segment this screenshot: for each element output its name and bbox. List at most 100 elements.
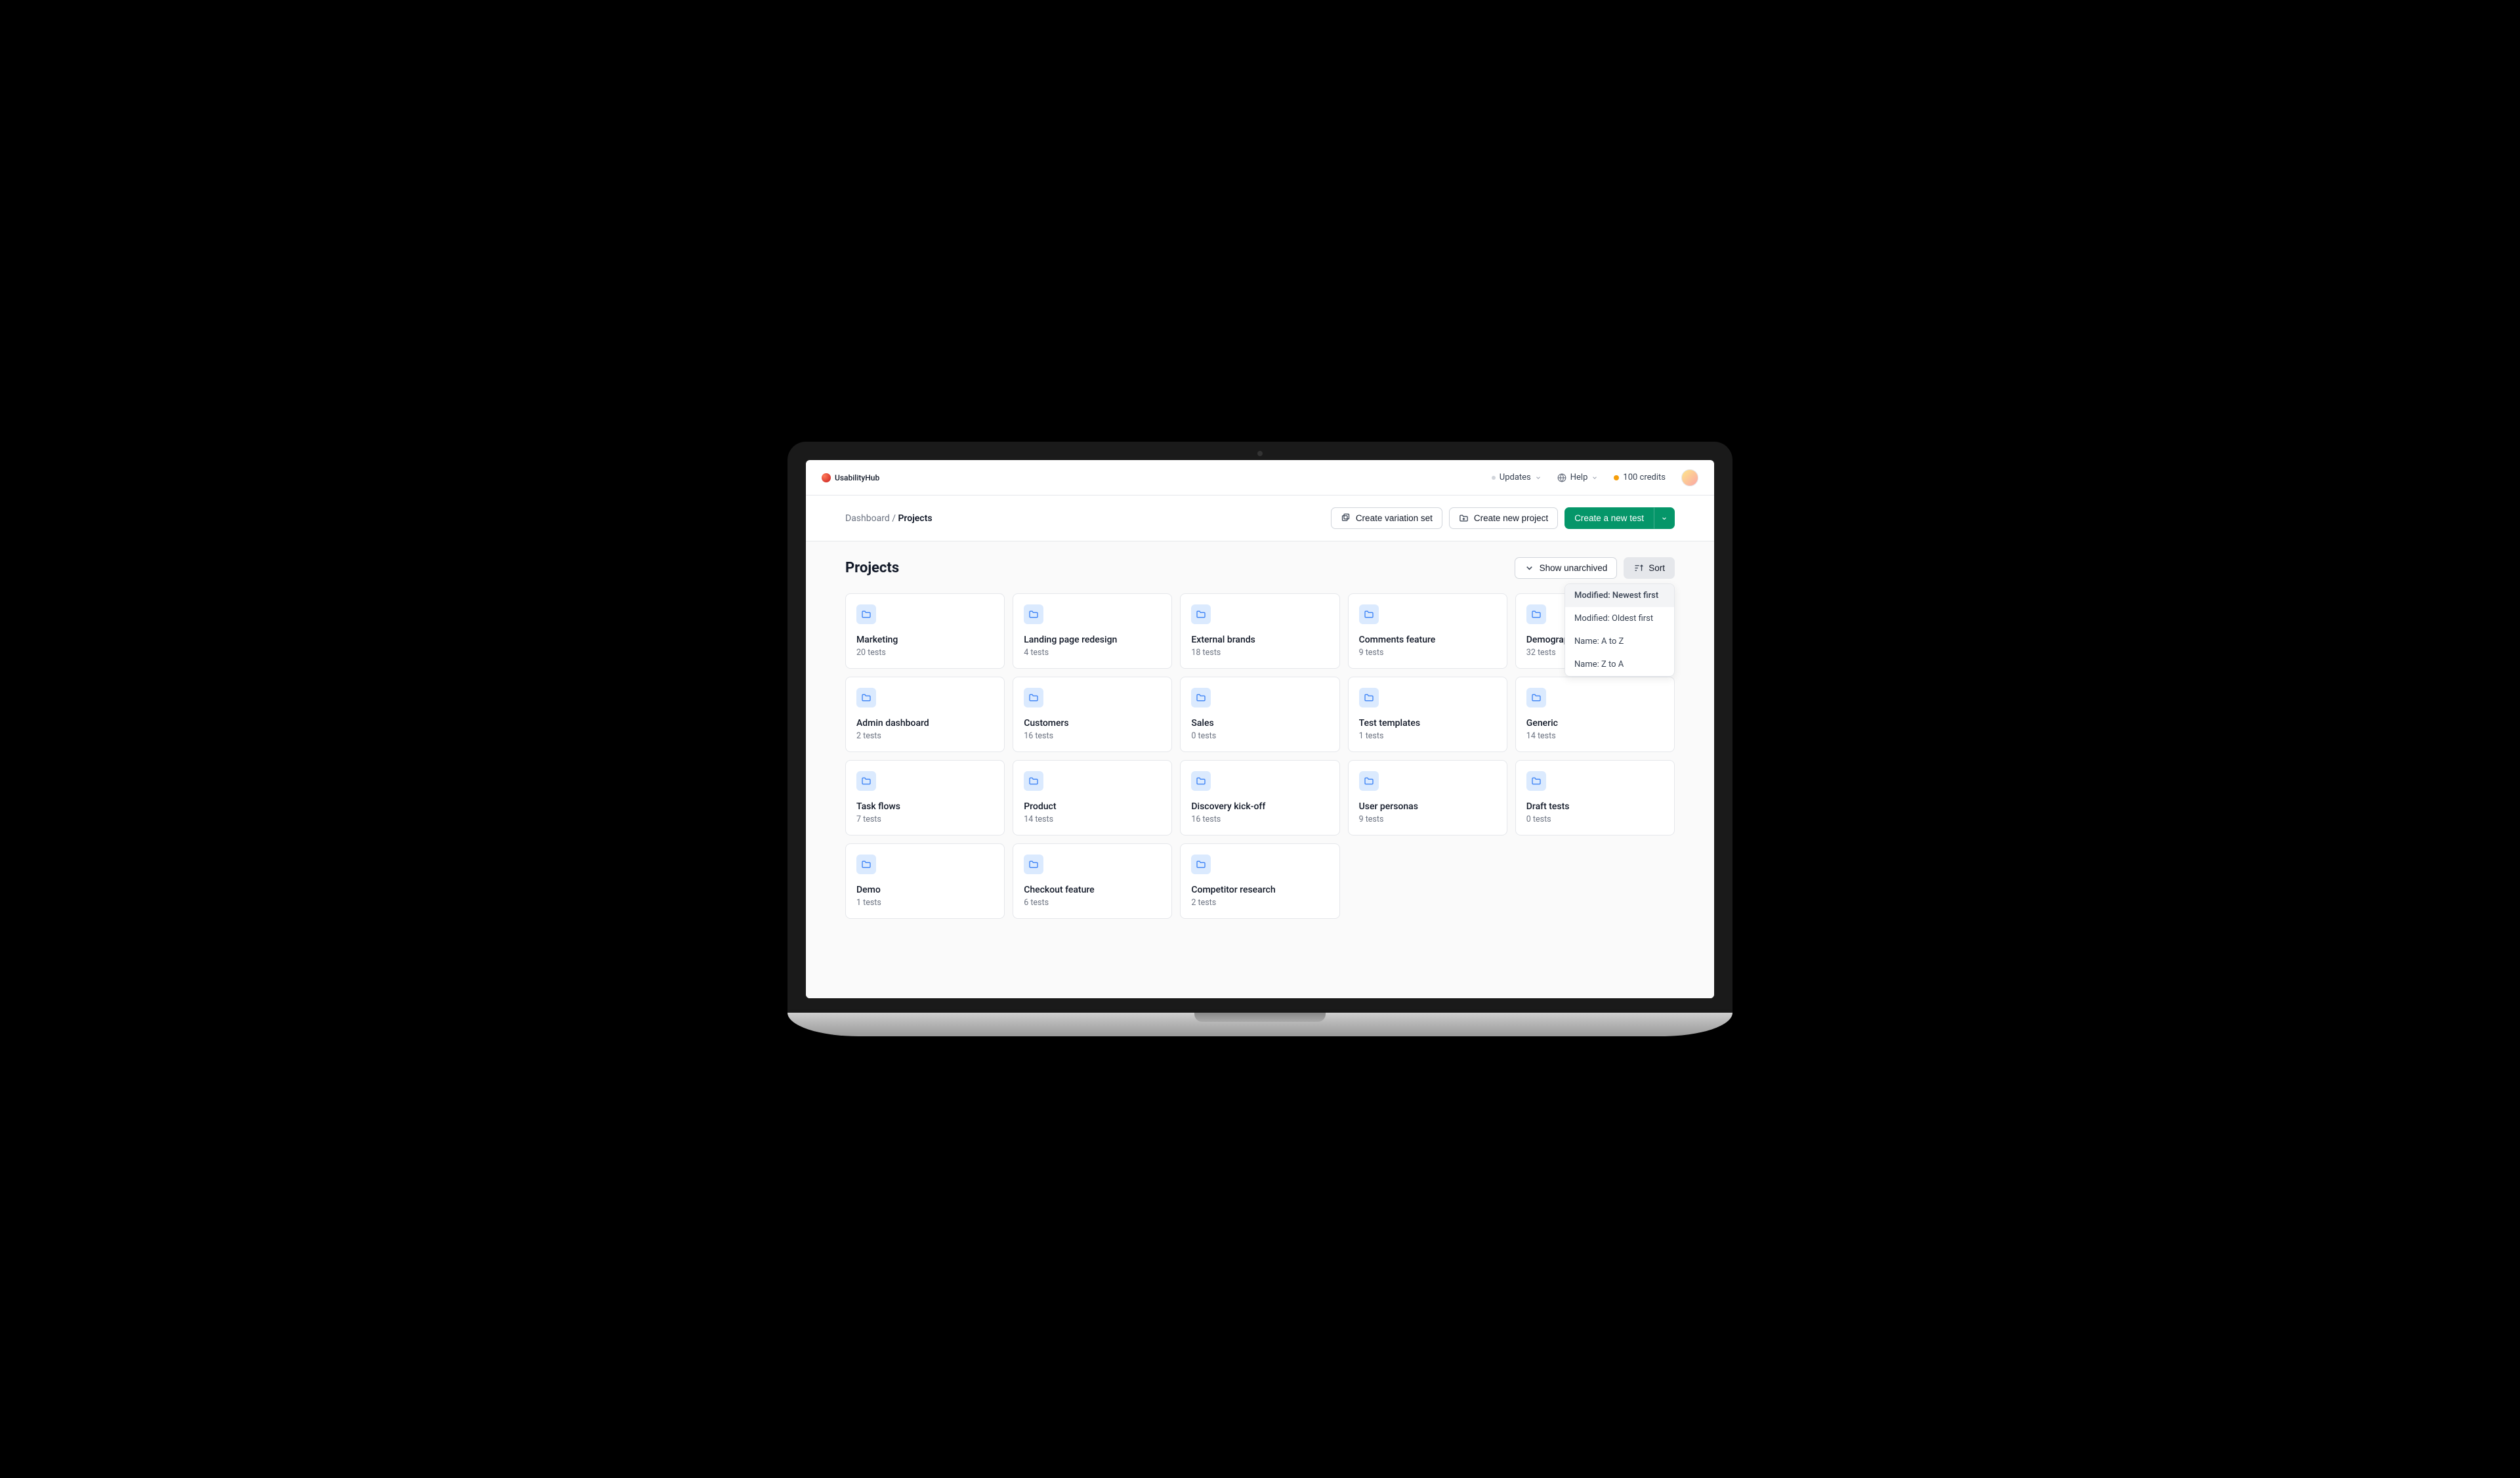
content-actions: Show unarchived Sort Modified: Newest fi… xyxy=(1515,557,1675,579)
sort-option[interactable]: Name: Z to A xyxy=(1565,653,1674,676)
page-title: Projects xyxy=(845,560,899,576)
folder-icon xyxy=(1526,771,1546,791)
credits-indicator[interactable]: 100 credits xyxy=(1614,473,1666,482)
chevron-down-icon xyxy=(1591,475,1598,481)
project-card-subtitle: 6 tests xyxy=(1024,898,1161,908)
project-card[interactable]: User personas9 tests xyxy=(1348,760,1507,835)
project-card[interactable]: Competitor research 2 tests xyxy=(1180,843,1339,919)
project-card-title: Sales xyxy=(1191,718,1328,728)
create-new-project-label: Create new project xyxy=(1474,513,1548,523)
project-card-subtitle: 14 tests xyxy=(1526,731,1664,741)
show-unarchived-label: Show unarchived xyxy=(1540,563,1608,573)
project-card-title: User personas xyxy=(1359,801,1496,812)
updates-menu[interactable]: Updates xyxy=(1492,473,1542,482)
folder-icon xyxy=(856,688,876,707)
sort-menu: Modified: Newest firstModified: Oldest f… xyxy=(1564,583,1675,677)
sort-option[interactable]: Modified: Newest first xyxy=(1565,584,1674,607)
project-card-subtitle: 9 tests xyxy=(1359,648,1496,658)
folder-icon xyxy=(1191,771,1211,791)
project-card-title: Competitor research xyxy=(1191,885,1328,895)
layers-icon xyxy=(1341,513,1351,523)
folder-icon xyxy=(1024,771,1043,791)
folder-icon xyxy=(1024,855,1043,874)
project-card[interactable]: Admin dashboard 2 tests xyxy=(845,677,1005,752)
sort-button[interactable]: Sort xyxy=(1624,557,1675,579)
project-card[interactable]: Demo1 tests xyxy=(845,843,1005,919)
folder-icon xyxy=(1359,604,1379,624)
create-new-test-label: Create a new test xyxy=(1574,513,1644,523)
project-card-subtitle: 1 tests xyxy=(1359,731,1496,741)
folder-plus-icon xyxy=(1459,513,1469,523)
project-card-title: External brands xyxy=(1191,635,1328,645)
brand-name: UsabilityHub xyxy=(835,473,879,482)
credits-label: 100 credits xyxy=(1623,473,1666,482)
project-card-subtitle: 0 tests xyxy=(1526,814,1664,824)
create-new-test-button[interactable]: Create a new test xyxy=(1564,507,1654,529)
project-card-title: Task flows xyxy=(856,801,994,812)
project-card-subtitle: 2 tests xyxy=(856,731,994,741)
help-menu[interactable]: Help xyxy=(1557,473,1599,482)
create-new-project-button[interactable]: Create new project xyxy=(1449,507,1558,529)
project-card[interactable]: Test templates 1 tests xyxy=(1348,677,1507,752)
breadcrumb-root[interactable]: Dashboard xyxy=(845,513,890,524)
topbar-right: Updates Help 100 credits xyxy=(1492,469,1698,486)
show-unarchived-button[interactable]: Show unarchived xyxy=(1515,557,1618,579)
project-card[interactable]: Sales 0 tests xyxy=(1180,677,1339,752)
credits-dot-icon xyxy=(1614,475,1619,480)
folder-icon xyxy=(1191,604,1211,624)
project-card[interactable]: Discovery kick-off16 tests xyxy=(1180,760,1339,835)
laptop-base xyxy=(788,1013,1732,1036)
project-card-subtitle: 18 tests xyxy=(1191,648,1328,658)
project-card-title: Marketing xyxy=(856,635,994,645)
project-card[interactable]: Product14 tests xyxy=(1013,760,1172,835)
laptop-bezel: UsabilityHub Updates Help xyxy=(788,442,1732,1013)
updates-label: Updates xyxy=(1500,473,1531,482)
project-card-subtitle: 16 tests xyxy=(1024,731,1161,741)
subbar: Dashboard / Projects Create variation se… xyxy=(806,496,1714,541)
project-card-title: Product xyxy=(1024,801,1161,812)
create-variation-set-label: Create variation set xyxy=(1356,513,1433,523)
sort-option[interactable]: Name: A to Z xyxy=(1565,630,1674,653)
status-dot-icon xyxy=(1492,476,1496,480)
sort-option[interactable]: Modified: Oldest first xyxy=(1565,607,1674,630)
project-card-subtitle: 1 tests xyxy=(856,898,994,908)
project-card[interactable]: Checkout feature 6 tests xyxy=(1013,843,1172,919)
brand[interactable]: UsabilityHub xyxy=(822,473,879,482)
camera-icon xyxy=(1257,451,1263,456)
project-card[interactable]: Customers 16 tests xyxy=(1013,677,1172,752)
create-new-test-caret[interactable] xyxy=(1654,507,1675,529)
project-card[interactable]: Generic14 tests xyxy=(1515,677,1675,752)
project-card-title: Checkout feature xyxy=(1024,885,1161,895)
project-card[interactable]: Marketing20 tests xyxy=(845,593,1005,669)
project-card[interactable]: Draft tests 0 tests xyxy=(1515,760,1675,835)
avatar[interactable] xyxy=(1681,469,1698,486)
project-card-title: Draft tests xyxy=(1526,801,1664,812)
project-card[interactable]: Task flows7 tests xyxy=(845,760,1005,835)
project-card-subtitle: 0 tests xyxy=(1191,731,1328,741)
folder-icon xyxy=(1191,855,1211,874)
create-variation-set-button[interactable]: Create variation set xyxy=(1331,507,1442,529)
project-card-title: Admin dashboard xyxy=(856,718,994,728)
project-card-title: Test templates xyxy=(1359,718,1496,728)
project-card[interactable]: External brands 18 tests xyxy=(1180,593,1339,669)
project-card-title: Customers xyxy=(1024,718,1161,728)
content-header: Projects Show unarchived Sort Modified: … xyxy=(845,557,1675,579)
chevron-down-icon xyxy=(1524,563,1534,573)
projects-grid: Marketing20 tests Landing page redesign 4 … xyxy=(845,593,1675,919)
breadcrumb-separator: / xyxy=(890,513,898,524)
folder-icon xyxy=(856,604,876,624)
folder-icon xyxy=(1526,604,1546,624)
project-card-subtitle: 2 tests xyxy=(1191,898,1328,908)
project-card-title: Landing page redesign xyxy=(1024,635,1161,645)
sort-label: Sort xyxy=(1648,563,1665,573)
content: Projects Show unarchived Sort Modified: … xyxy=(806,541,1714,998)
help-label: Help xyxy=(1570,473,1588,482)
project-card[interactable]: Landing page redesign 4 tests xyxy=(1013,593,1172,669)
folder-icon xyxy=(1359,688,1379,707)
subbar-actions: Create variation set Create new project … xyxy=(1331,507,1675,529)
folder-icon xyxy=(856,771,876,791)
globe-icon xyxy=(1557,473,1566,482)
project-card[interactable]: Comments feature9 tests xyxy=(1348,593,1507,669)
project-card-subtitle: 4 tests xyxy=(1024,648,1161,658)
app-screen: UsabilityHub Updates Help xyxy=(806,460,1714,998)
